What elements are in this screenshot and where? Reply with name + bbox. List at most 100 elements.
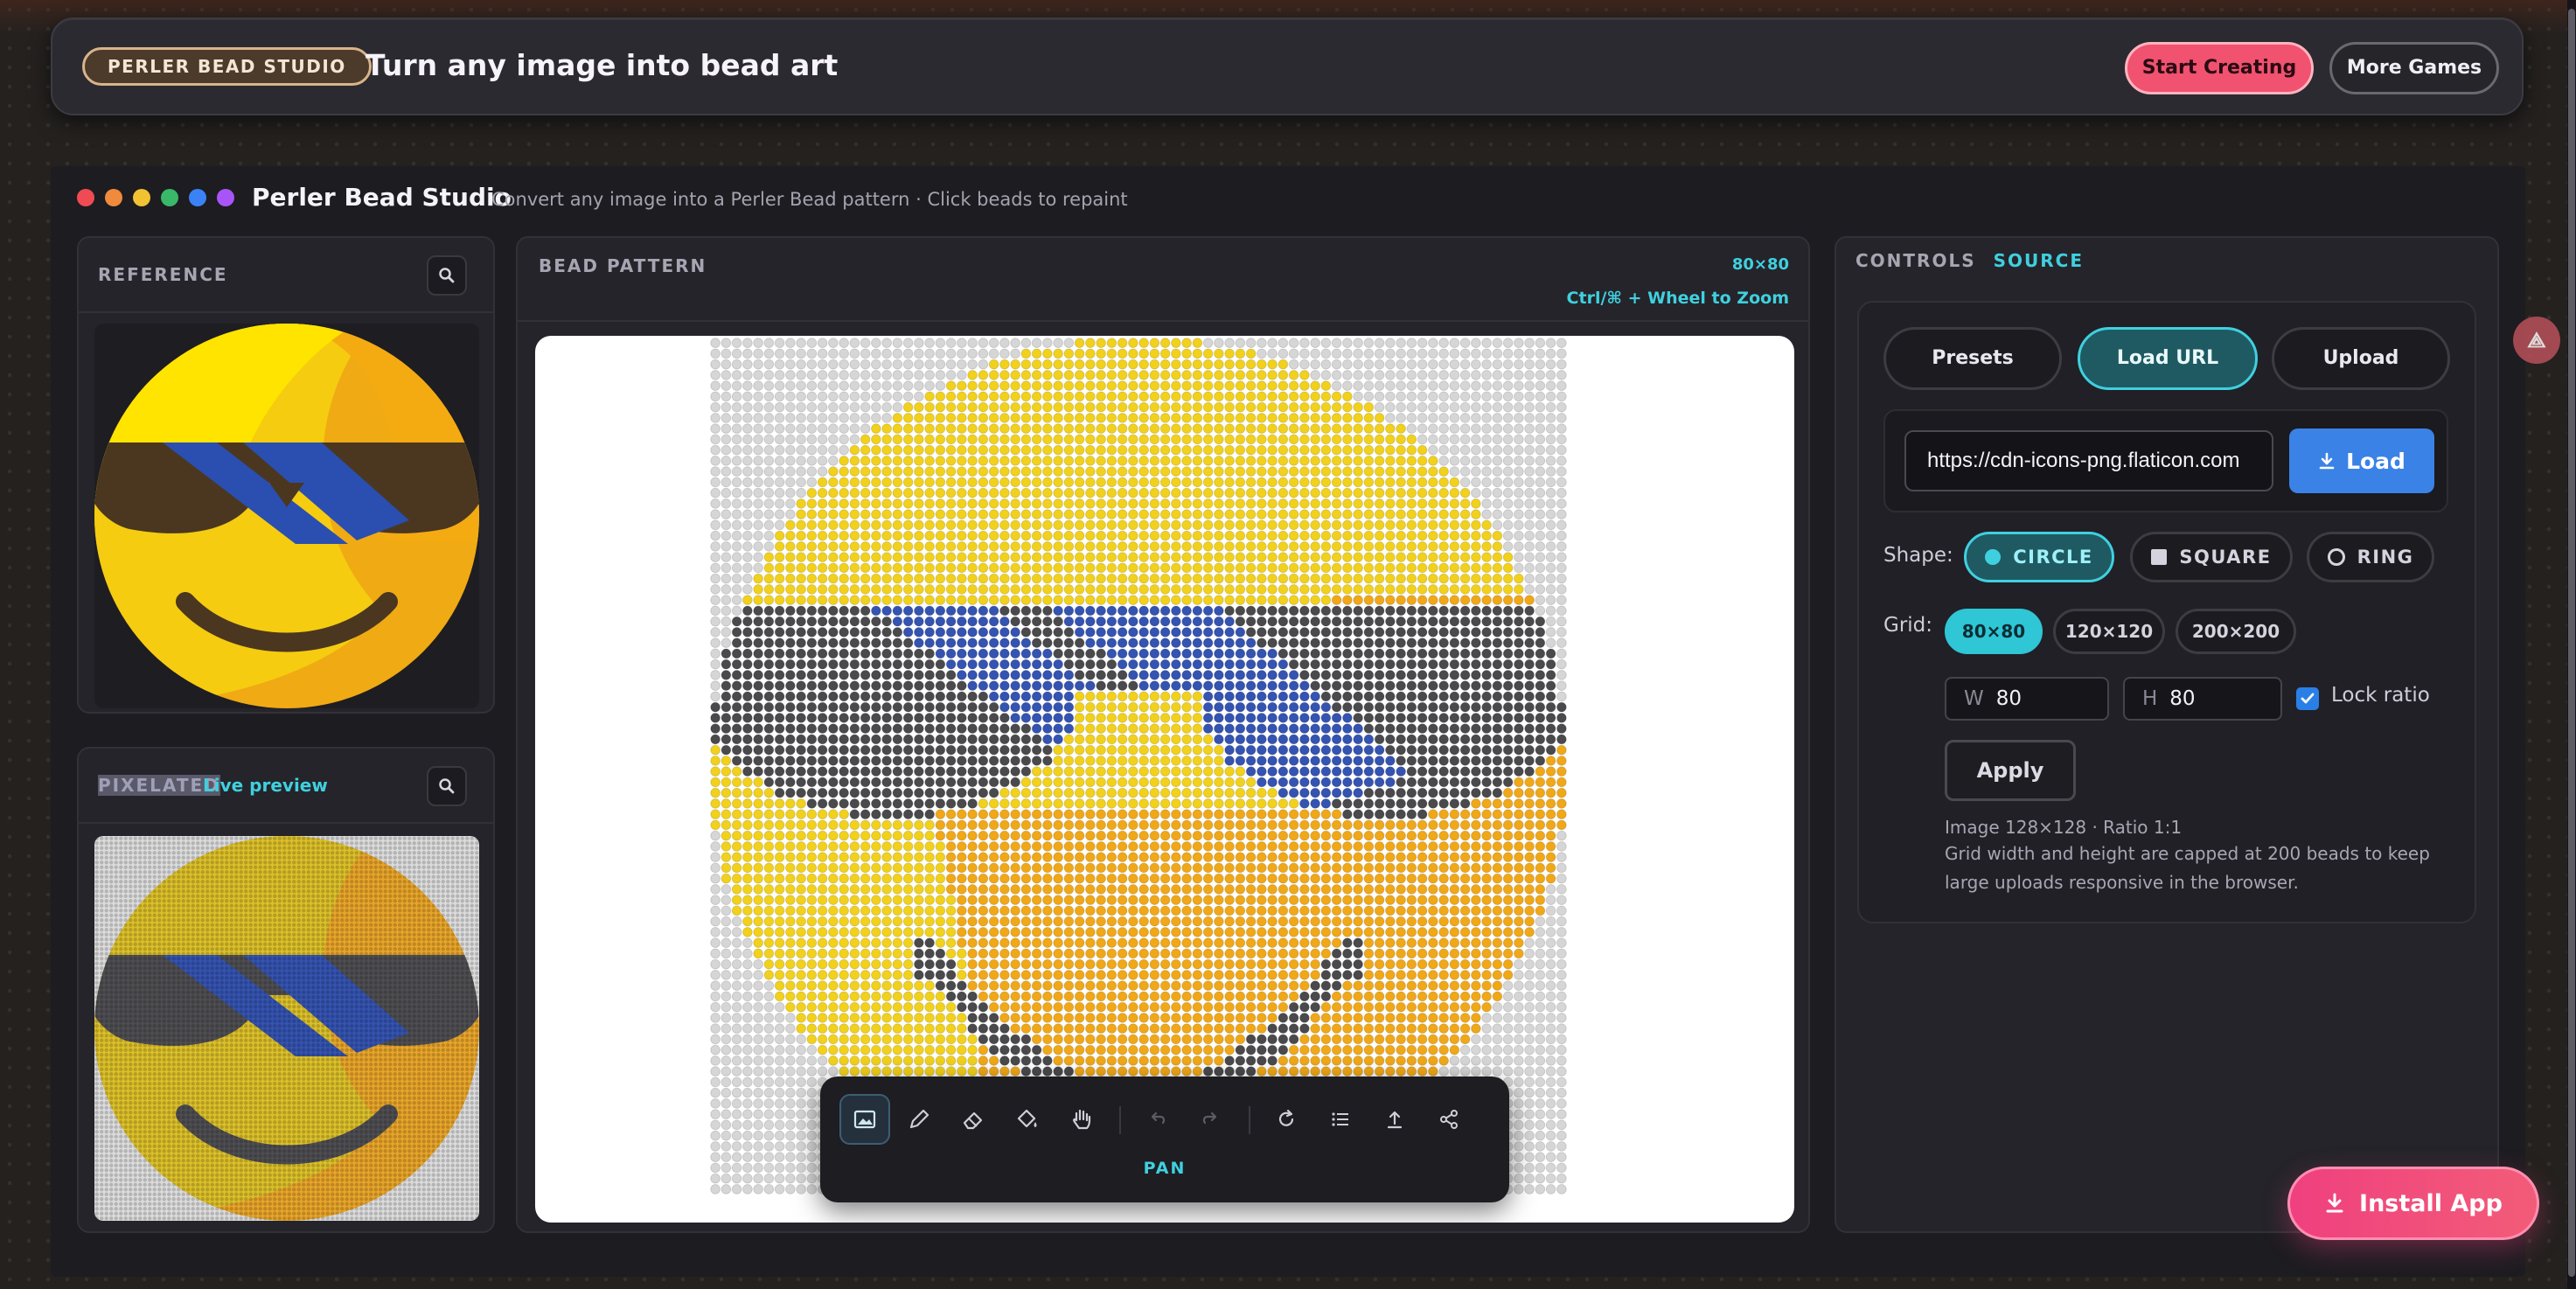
bead[interactable] [1256,498,1267,509]
bead[interactable] [1053,412,1064,423]
bead[interactable] [1288,948,1299,959]
bead[interactable] [1106,766,1117,777]
bead[interactable] [1224,583,1236,595]
bead[interactable] [1502,648,1514,659]
bead[interactable] [1427,401,1438,413]
bead[interactable] [806,669,818,680]
bead[interactable] [860,616,871,627]
bead[interactable] [806,883,818,895]
bead[interactable] [1556,552,1567,563]
bead[interactable] [1396,883,1407,895]
bead[interactable] [1170,926,1181,937]
bead[interactable] [1181,734,1193,745]
bead[interactable] [1427,444,1438,456]
bead[interactable] [784,583,796,595]
bead[interactable] [1256,862,1267,874]
bead[interactable] [774,434,785,445]
bead[interactable] [935,338,946,349]
bead[interactable] [1138,916,1150,927]
bead[interactable] [1213,477,1224,488]
bead[interactable] [1041,498,1053,509]
bead[interactable] [1384,530,1396,541]
bead[interactable] [1020,895,1032,906]
bead[interactable] [1363,455,1375,466]
bead[interactable] [860,701,871,713]
bead[interactable] [1363,852,1375,863]
bead[interactable] [1406,401,1417,413]
bead[interactable] [1363,444,1375,456]
bead[interactable] [902,391,914,402]
bead[interactable] [1396,477,1407,488]
bead[interactable] [1288,444,1299,456]
bead[interactable] [1492,412,1503,423]
bead[interactable] [1041,991,1053,1002]
bead[interactable] [1310,466,1321,477]
bead[interactable] [1245,519,1257,531]
bead[interactable] [1117,444,1128,456]
bead[interactable] [1363,401,1375,413]
bead[interactable] [817,391,828,402]
bead[interactable] [796,380,807,392]
bead[interactable] [1213,991,1224,1002]
bead[interactable] [1353,873,1364,884]
bead[interactable] [1492,948,1503,959]
bead[interactable] [1427,873,1438,884]
bead[interactable] [1041,680,1053,692]
bead[interactable] [956,680,967,692]
bead[interactable] [999,701,1010,713]
bead[interactable] [1149,498,1160,509]
bead[interactable] [935,519,946,531]
bead[interactable] [913,509,924,520]
bead[interactable] [1267,466,1278,477]
bead[interactable] [1427,466,1438,477]
bead[interactable] [753,519,764,531]
bead[interactable] [945,540,957,552]
bead[interactable] [741,766,753,777]
bead[interactable] [1310,895,1321,906]
bead[interactable] [924,552,936,563]
bead[interactable] [1502,958,1514,970]
bead[interactable] [1502,766,1514,777]
bead[interactable] [1138,359,1150,370]
bead[interactable] [741,830,753,841]
bead[interactable] [1535,519,1546,531]
bead[interactable] [999,605,1010,617]
bead[interactable] [1384,626,1396,638]
bead[interactable] [1556,455,1567,466]
bead[interactable] [839,787,850,798]
bead[interactable] [1396,895,1407,906]
bead[interactable] [1320,477,1332,488]
bead[interactable] [1492,626,1503,638]
bead[interactable] [988,626,999,638]
bead[interactable] [1341,809,1353,820]
bead[interactable] [1031,359,1042,370]
bead[interactable] [1041,487,1053,498]
bead[interactable] [1353,638,1364,649]
bead[interactable] [784,937,796,949]
bead[interactable] [1449,991,1460,1002]
bead[interactable] [1149,905,1160,916]
bead[interactable] [935,455,946,466]
bead[interactable] [1438,519,1450,531]
bead[interactable] [892,777,903,788]
bead[interactable] [1481,916,1493,927]
bead[interactable] [784,809,796,820]
bead[interactable] [1127,605,1138,617]
bead[interactable] [1353,519,1364,531]
bead[interactable] [753,777,764,788]
bead[interactable] [1084,991,1096,1002]
bead[interactable] [1031,862,1042,874]
bead[interactable] [999,680,1010,692]
bead[interactable] [1149,369,1160,380]
bead-canvas[interactable]: PAN [535,336,1794,1223]
bead[interactable] [1106,444,1117,456]
bead[interactable] [935,734,946,745]
bead[interactable] [1181,840,1193,852]
bead[interactable] [1074,840,1085,852]
bead[interactable] [774,852,785,863]
bead[interactable] [1353,562,1364,574]
bead[interactable] [1181,616,1193,627]
bead[interactable] [1245,905,1257,916]
bead[interactable] [1010,723,1021,735]
bead[interactable] [1427,616,1438,627]
